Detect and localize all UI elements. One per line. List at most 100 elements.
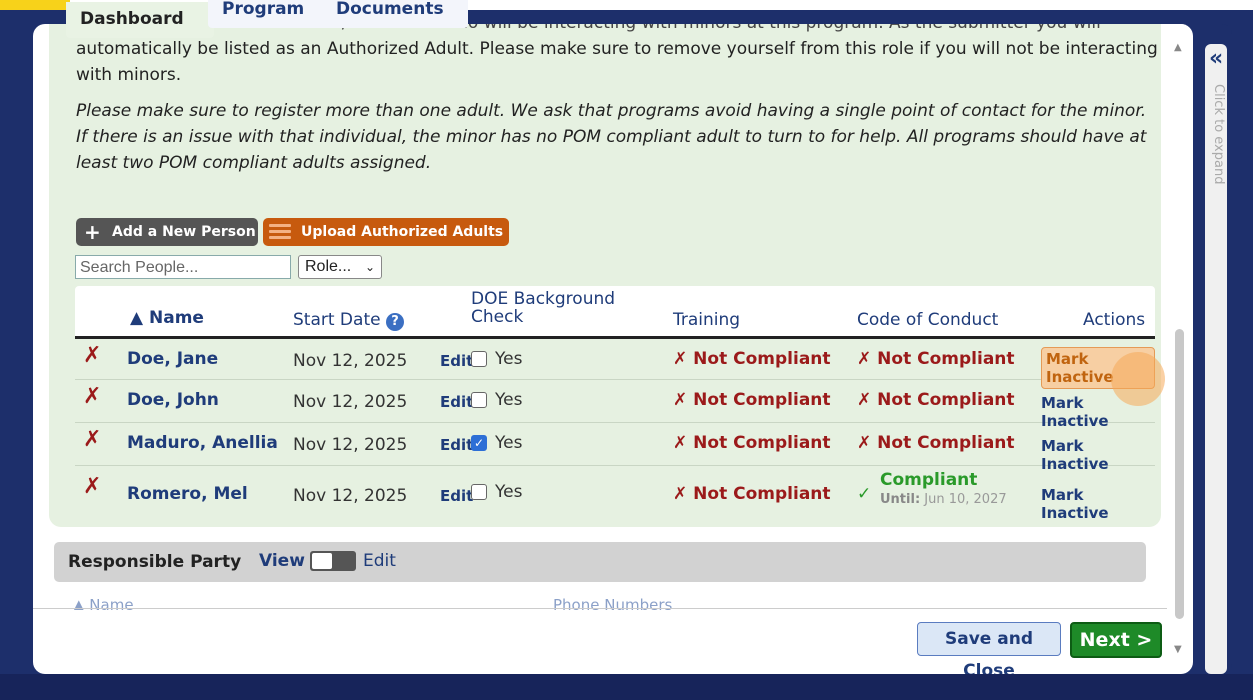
- col-start-date-label: Start Date: [293, 310, 381, 330]
- main-window: Please add/select all adult staff/volunt…: [33, 24, 1193, 674]
- edit-toggle-label[interactable]: Edit: [363, 551, 396, 571]
- tab-program[interactable]: Program: [208, 0, 332, 28]
- scrollbar[interactable]: ▲ ▼: [1174, 24, 1186, 664]
- role-select[interactable]: Role... ⌄: [298, 255, 382, 279]
- remove-x-icon[interactable]: ✗: [83, 474, 101, 499]
- view-edit-toggle[interactable]: [310, 551, 356, 571]
- check-icon: ✓: [857, 484, 872, 504]
- edit-date-link[interactable]: Edit: [440, 487, 473, 505]
- tab-documents[interactable]: Documents: [322, 0, 468, 28]
- upload-adults-button[interactable]: Upload Authorized Adults: [263, 218, 509, 246]
- view-toggle-label[interactable]: View: [259, 551, 305, 571]
- training-status: ✗ Not Compliant: [673, 349, 831, 369]
- person-name-link[interactable]: Maduro, Anellia: [127, 433, 278, 453]
- remove-x-icon[interactable]: ✗: [83, 427, 101, 452]
- authorized-adults-panel: Please add/select all adult staff/volunt…: [49, 24, 1161, 527]
- x-mark-icon: ✗: [673, 433, 688, 453]
- start-date: Nov 12, 2025: [293, 486, 408, 506]
- person-name-link[interactable]: Romero, Mel: [127, 484, 248, 504]
- start-date: Nov 12, 2025: [293, 392, 408, 412]
- tab-dashboard[interactable]: Dashboard: [66, 2, 214, 38]
- x-mark-icon: ✗: [857, 433, 872, 453]
- mark-inactive-button[interactable]: Mark Inactive: [1041, 486, 1155, 522]
- footer-divider: [33, 608, 1167, 609]
- plus-icon: +: [84, 220, 101, 244]
- x-mark-icon: ✗: [857, 349, 872, 369]
- code-until-date: Jun 10, 2027: [924, 492, 1007, 507]
- x-mark-icon: ✗: [673, 484, 688, 504]
- add-person-label: Add a New Person: [112, 224, 256, 240]
- click-to-expand-label[interactable]: Click to expand: [1211, 84, 1226, 184]
- add-person-button[interactable]: + Add a New Person: [76, 218, 258, 246]
- responsible-party-title: Responsible Party: [68, 552, 242, 572]
- code-status: ✗ Not Compliant: [857, 390, 1015, 410]
- code-status-text: Not Compliant: [877, 433, 1015, 453]
- side-panel[interactable]: « Click to expand: [1201, 24, 1232, 674]
- table-row: ✗ Doe, Jane Nov 12, 2025 Edit Yes ✗ Not …: [75, 339, 1155, 389]
- doe-yes-label: Yes: [495, 390, 523, 410]
- table-row: ✗ Romero, Mel Nov 12, 2025 Edit Yes ✗ No…: [75, 466, 1155, 522]
- double-chevron-left-icon[interactable]: «: [1209, 46, 1223, 71]
- intro-text: Please add/select all adult staff/volunt…: [76, 24, 1161, 176]
- next-button[interactable]: Next >: [1070, 622, 1162, 658]
- training-status-text: Not Compliant: [693, 349, 831, 369]
- upload-adults-label: Upload Authorized Adults: [301, 224, 504, 240]
- col-name-header[interactable]: ▲ Name: [130, 308, 204, 328]
- start-date: Nov 12, 2025: [293, 435, 408, 455]
- code-until-label: Until:: [880, 492, 921, 507]
- help-icon[interactable]: ?: [385, 313, 404, 331]
- doe-checkbox[interactable]: [471, 392, 487, 408]
- edit-date-link[interactable]: Edit: [440, 393, 473, 411]
- col-start-date-header[interactable]: Start Date ?: [293, 310, 404, 331]
- col-doe-line1: DOE Background: [471, 289, 616, 309]
- code-status: ✗ Not Compliant: [857, 433, 1015, 453]
- code-until: Until: Jun 10, 2027: [880, 492, 1007, 507]
- training-status: ✗ Not Compliant: [673, 484, 831, 504]
- role-select-value: Role...: [305, 258, 352, 275]
- edit-date-link[interactable]: Edit: [440, 352, 473, 370]
- table-row: ✗ Doe, John Nov 12, 2025 Edit Yes ✗ Not …: [75, 380, 1155, 430]
- remove-x-icon[interactable]: ✗: [83, 384, 101, 409]
- toggle-knob: [312, 553, 332, 569]
- doe-yes-label: Yes: [495, 482, 523, 502]
- col-code-header: Code of Conduct: [857, 310, 999, 330]
- training-status: ✗ Not Compliant: [673, 433, 831, 453]
- save-and-close-button[interactable]: Save and Close: [917, 622, 1061, 674]
- table-row: ✗ Maduro, Anellia Nov 12, 2025 Edit ✓ Ye…: [75, 423, 1155, 473]
- highlight-marker: [0, 0, 70, 10]
- code-status-text: Not Compliant: [877, 349, 1015, 369]
- doe-yes-label: Yes: [495, 433, 523, 453]
- chevron-down-icon: ⌄: [364, 260, 375, 274]
- remove-x-icon[interactable]: ✗: [83, 343, 101, 368]
- col-actions-header: Actions: [1083, 310, 1146, 330]
- search-people-input[interactable]: Search People...: [75, 255, 291, 279]
- x-mark-icon: ✗: [673, 349, 688, 369]
- responsible-party-bar: Responsible Party View Edit: [54, 542, 1146, 582]
- x-mark-icon: ✗: [673, 390, 688, 410]
- col-doe-line2: Check: [471, 307, 524, 327]
- scroll-up-icon[interactable]: ▲: [1174, 42, 1182, 53]
- code-status-compliant: ✓: [857, 484, 871, 504]
- code-status-text: Compliant: [880, 470, 978, 490]
- intro-paragraph-2: Please make sure to register more than o…: [76, 101, 1147, 173]
- doe-checkbox[interactable]: [471, 351, 487, 367]
- training-status-text: Not Compliant: [693, 390, 831, 410]
- person-name-link[interactable]: Doe, Jane: [127, 349, 218, 369]
- start-date: Nov 12, 2025: [293, 351, 408, 371]
- training-status: ✗ Not Compliant: [673, 390, 831, 410]
- code-status: ✗ Not Compliant: [857, 349, 1015, 369]
- click-indicator: [1111, 352, 1165, 406]
- edit-date-link[interactable]: Edit: [440, 436, 473, 454]
- doe-checkbox-checked[interactable]: ✓: [471, 435, 487, 451]
- scroll-down-icon[interactable]: ▼: [1174, 644, 1182, 655]
- training-status-text: Not Compliant: [693, 484, 831, 504]
- scrollbar-thumb[interactable]: [1175, 329, 1184, 619]
- person-name-link[interactable]: Doe, John: [127, 390, 219, 410]
- intro-paragraph-1: automatically be listed as an Authorized…: [76, 39, 1158, 85]
- list-icon: [269, 224, 291, 240]
- doe-yes-label: Yes: [495, 349, 523, 369]
- doe-checkbox[interactable]: [471, 484, 487, 500]
- window-bottom-edge: [0, 674, 1253, 700]
- x-mark-icon: ✗: [857, 390, 872, 410]
- check-icon: ✓: [473, 436, 485, 450]
